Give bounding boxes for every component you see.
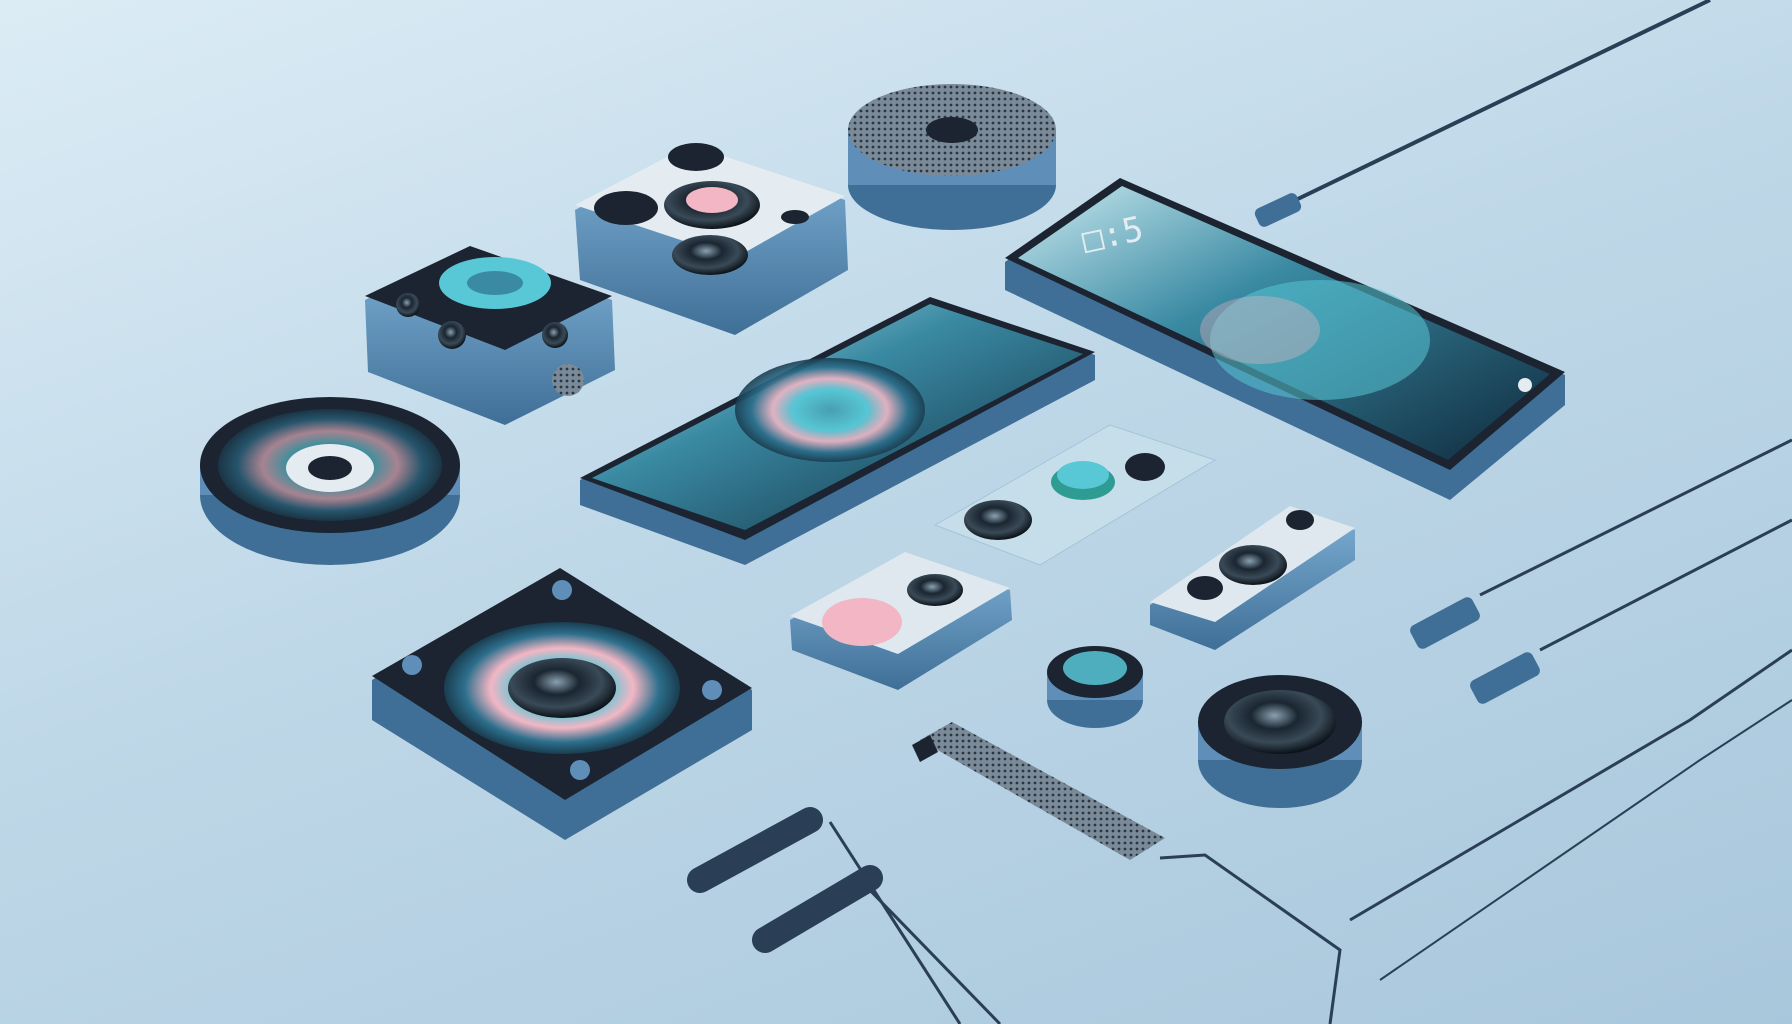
usb-plug-icon <box>1410 597 1480 649</box>
cable <box>858 878 1002 1024</box>
square-speaker <box>372 568 752 840</box>
camera-lens-icon <box>1224 690 1336 754</box>
camera-module-top <box>575 143 848 335</box>
camera-lens-icon <box>1219 545 1287 585</box>
mini-lens <box>1047 646 1143 728</box>
usb-plug-icon <box>1254 193 1302 227</box>
cable <box>1159 853 1342 1024</box>
cable <box>1274 0 1711 212</box>
cable <box>1349 648 1792 922</box>
round-lens-right <box>1198 675 1362 808</box>
camera-lens-icon <box>964 500 1032 540</box>
cable <box>1379 699 1792 981</box>
lens-tray <box>933 424 1217 566</box>
puck-speaker-left <box>200 397 460 565</box>
round-speaker-top <box>848 84 1056 230</box>
camera-lens-icon <box>672 235 748 275</box>
earbud-icon <box>687 807 1002 1024</box>
compact-camera <box>790 552 1012 690</box>
cable <box>1539 518 1792 652</box>
cable <box>828 821 962 1024</box>
camera-lens-icon <box>308 456 352 480</box>
cable <box>1479 438 1792 597</box>
speaker-icon <box>926 117 978 143</box>
slim-camera <box>1150 506 1355 650</box>
product-scene: □:5 <box>200 0 1792 1024</box>
camera-lens-icon <box>907 574 963 606</box>
camera-lens-icon <box>508 658 616 718</box>
camera-module-left <box>365 246 615 425</box>
usb-cables <box>1349 438 1792 981</box>
usb-plug-icon <box>1470 652 1540 704</box>
